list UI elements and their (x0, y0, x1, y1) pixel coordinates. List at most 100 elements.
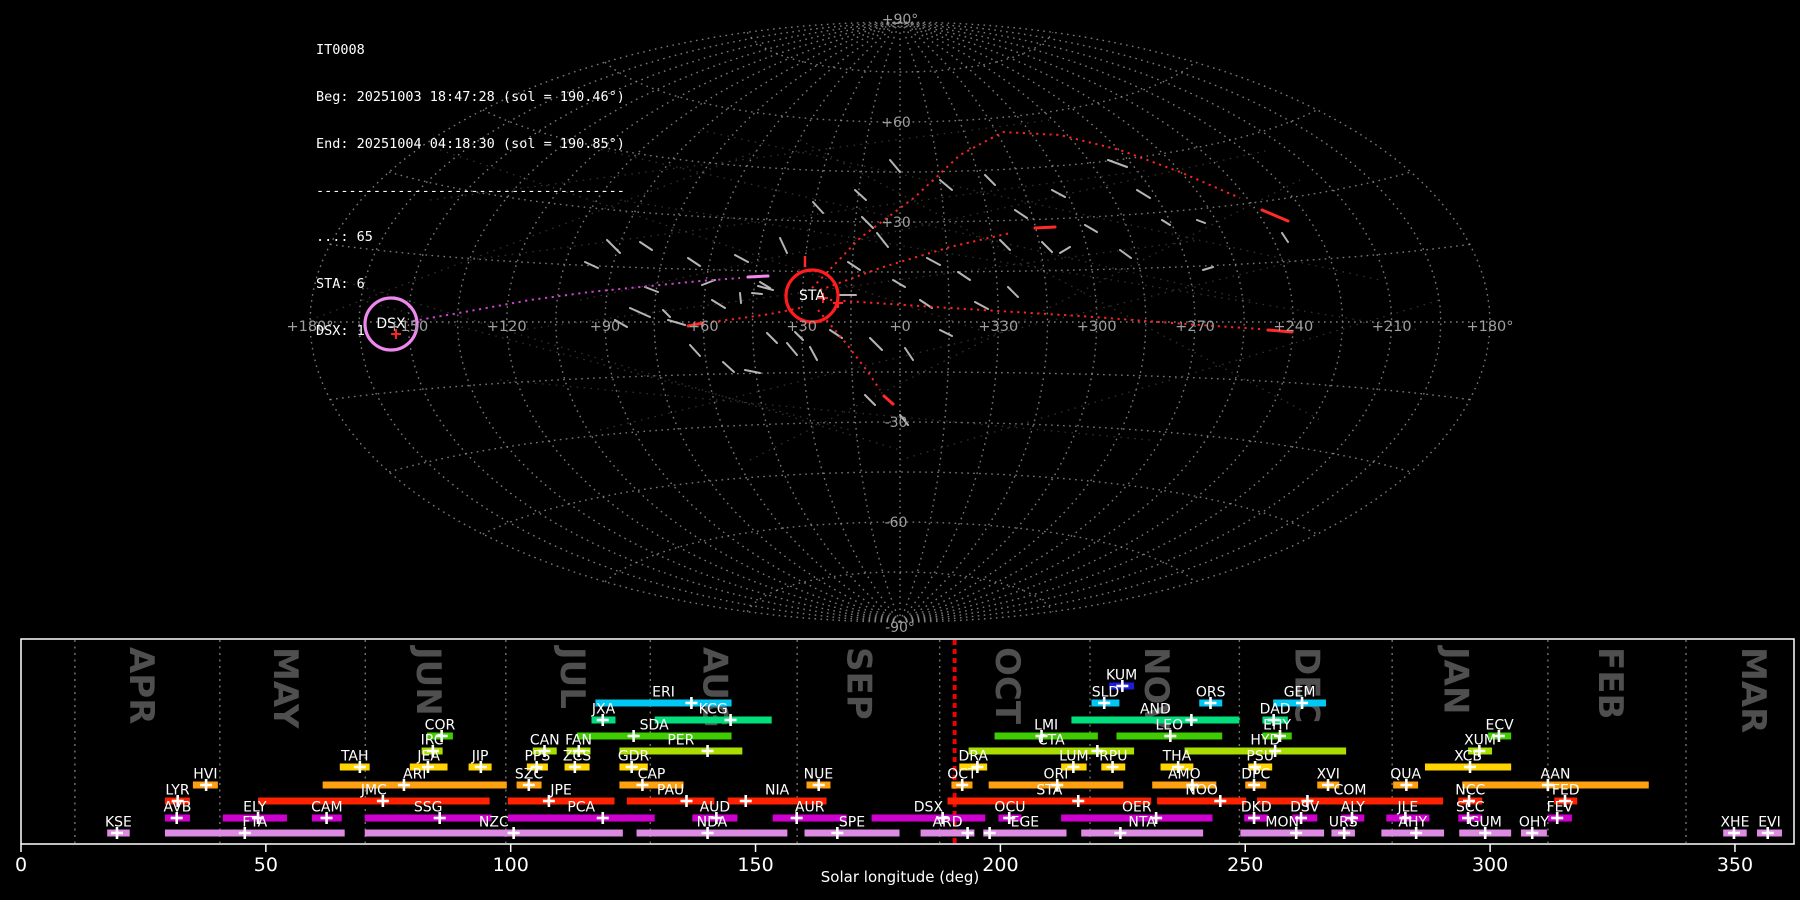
meteor-segment (1202, 266, 1214, 271)
shower-label-cta: CTA (1038, 733, 1065, 749)
shower-label-aan: AAN (1540, 767, 1570, 783)
lon-label: +330 (978, 319, 1018, 335)
shower-label-gem: GEM (1284, 685, 1316, 701)
shower-label-ssg: SSG (414, 800, 443, 816)
lon-label: +60 (688, 319, 719, 335)
shower-bar-spe (804, 829, 900, 837)
shower-label-fev: FEV (1547, 800, 1574, 816)
meteor-prolongation-line (749, 179, 1301, 461)
meteor-segment (639, 241, 653, 251)
shower-label-pca: PCA (567, 800, 595, 816)
shower-bar-fta (164, 829, 345, 837)
observation-info-block: IT0008 Beg: 20251003 18:47:28 (sol = 190… (316, 12, 625, 371)
meteor-segment (999, 239, 1011, 251)
meteor-segment (779, 237, 788, 254)
meteor-segment (1136, 189, 1151, 199)
meteor-segment (926, 257, 941, 266)
meteor-segment (751, 292, 763, 295)
lon-label: +0 (889, 319, 910, 335)
sta-trail-tip (1033, 225, 1057, 230)
shower-label-eri: ERI (652, 685, 675, 701)
shower-label-scc: SCC (1456, 800, 1485, 816)
meteor-segment (1107, 159, 1128, 168)
month-label: JUN (408, 645, 448, 716)
lat-label: +60 (881, 115, 911, 131)
meteor-segment (1014, 209, 1028, 219)
info-line: Beg: 20251003 18:47:28 (sol = 190.46°) (316, 88, 625, 105)
shower-label-com: COM (1334, 783, 1367, 799)
meteor-segment (1196, 219, 1206, 224)
shower-label-kse: KSE (105, 815, 132, 831)
shower-label-dsx: DSX (914, 800, 944, 816)
meteor-segment (1051, 189, 1066, 198)
shower-label-tah: TAH (340, 749, 369, 765)
month-label: SEP (838, 647, 878, 720)
shower-label-cor: COR (425, 718, 456, 734)
shower-label-kcg: KCG (699, 702, 728, 718)
shower-label-tha: THA (1162, 749, 1192, 765)
shower-label-sta: STA (1036, 783, 1062, 799)
shower-label-dad: DAD (1260, 702, 1291, 718)
sta-trail-dotted (811, 130, 1241, 289)
shower-bar-nzc (364, 829, 623, 837)
meteor-segment (1059, 246, 1071, 254)
shower-bar-mon (1240, 829, 1325, 837)
meteor-segment (974, 301, 989, 310)
shower-bar-jmc (258, 797, 490, 805)
meteor-segment (739, 292, 742, 304)
meteor-prolongation-line (619, 199, 1421, 331)
meteor-segment (939, 179, 953, 191)
meteor-segment (1119, 249, 1132, 259)
lon-label: +180° (1466, 319, 1513, 335)
meteor-analysis-screen: STA DSX +90° -90° +60 +30 -30 -60 +180° +150 +120 +… (0, 0, 1800, 900)
shower-bar-pca (507, 814, 655, 822)
shower-label-fta: FTA (242, 815, 267, 831)
meteor-prolongation-line (699, 129, 1381, 281)
meteor-prolongation-line (599, 259, 1301, 431)
shower-label-and: AND (1140, 702, 1171, 718)
shower-bar-jpe (507, 797, 615, 805)
shower-label-ncc: NCC (1455, 783, 1485, 799)
sta-trail-tip (1260, 208, 1290, 223)
x-axis-label: Solar longitude (deg) (820, 868, 980, 886)
lon-label: +300 (1077, 319, 1117, 335)
meteor-segment (939, 329, 953, 337)
shower-label-evi: EVI (1758, 815, 1781, 831)
dsx-trail-tip (746, 274, 770, 279)
shower-label-ohy: OHY (1519, 815, 1550, 831)
shower-label-zcs: ZCS (563, 749, 591, 765)
shower-label-ard: ARD (932, 815, 962, 831)
shower-label-xcb: XCB (1454, 749, 1482, 765)
info-line: -------------------------------------- (316, 182, 625, 199)
shower-bar-nta (1081, 829, 1204, 837)
info-line: IT0008 (316, 42, 365, 59)
shower-bar-aur (772, 814, 847, 822)
sta-trail-tip (882, 394, 895, 406)
meteor-segment (1281, 232, 1289, 243)
lat-label: -60 (885, 515, 908, 531)
meteor-segment (889, 159, 901, 173)
meteor-segment (864, 394, 876, 406)
shower-label-per: PER (667, 733, 694, 749)
shower-label-noo: NOO (1185, 783, 1218, 799)
shower-label-aud: AUD (700, 800, 731, 816)
scene-canvas: STADSX+90°-90°+60+30-30-60+180° +150 +120 +… (15, 12, 1795, 876)
map-meridian (899, 21, 1393, 623)
shower-label-dkd: DKD (1241, 800, 1272, 816)
meteor-segment (957, 271, 971, 281)
meteor-segment (876, 232, 889, 248)
meteor-segment (1041, 241, 1053, 253)
info-line: DSX: 1 (316, 322, 365, 339)
shower-label-aur: AUR (795, 800, 825, 816)
map-parallel (604, 61, 1196, 123)
meteor-segment (629, 307, 651, 318)
sta-trail-dotted (817, 309, 881, 391)
shower-label-gdr: GDR (618, 749, 650, 765)
shower-label-sda: SDA (640, 718, 669, 734)
shower-bar-kcg (654, 716, 772, 724)
meteor-segment (766, 332, 778, 344)
lon-label: +270 (1175, 319, 1215, 335)
shower-label-ege: EGE (1011, 815, 1040, 831)
shower-label-mon: MON (1265, 815, 1299, 831)
shower-label-amo: AMO (1168, 767, 1201, 783)
